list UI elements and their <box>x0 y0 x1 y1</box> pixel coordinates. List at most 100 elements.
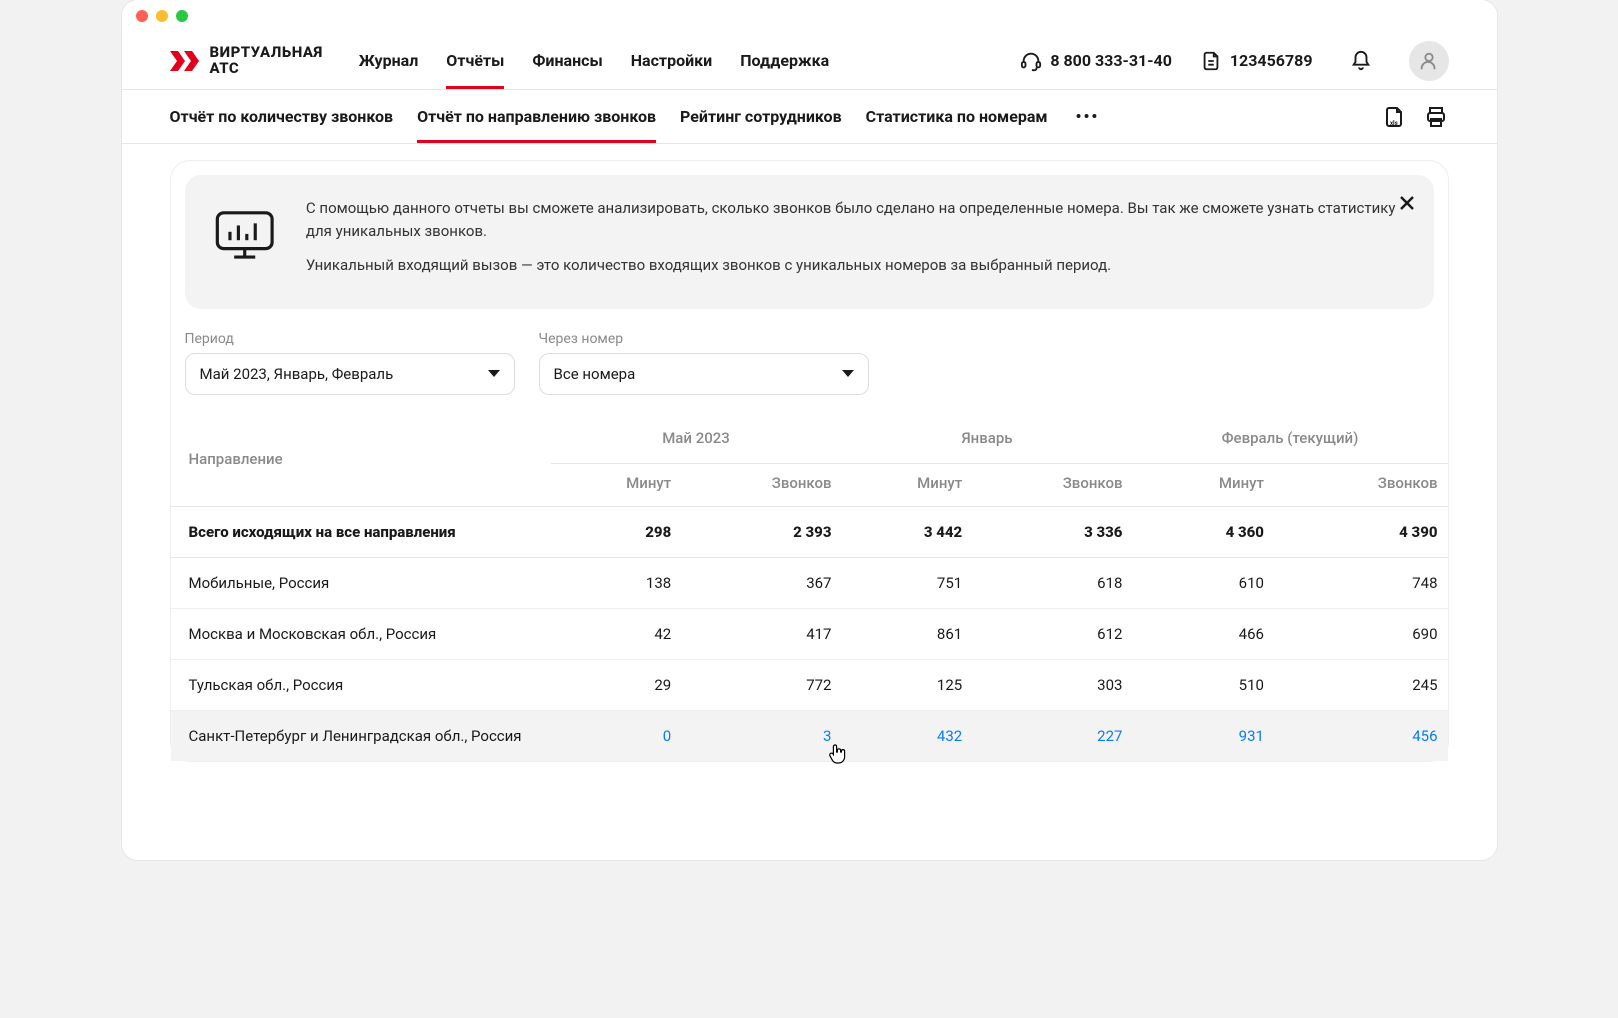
nav-item-3[interactable]: Настройки <box>631 33 713 88</box>
document-icon <box>1200 50 1222 72</box>
col-sub-header: Минут <box>841 463 972 506</box>
col-sub-header: Минут <box>1132 463 1273 506</box>
export-xls-button[interactable]: xls <box>1381 104 1407 130</box>
period-filter: Период Май 2023, Январь, Февраль <box>185 331 515 395</box>
value-cell[interactable]: 861 <box>841 608 972 659</box>
via-number-label: Через номер <box>539 331 869 347</box>
content-area: С помощью данного отчеты вы сможете анал… <box>122 144 1497 860</box>
info-banner-text: С помощью данного отчеты вы сможете анал… <box>306 197 1408 287</box>
direction-cell: Тульская обл., Россия <box>171 659 551 710</box>
value-cell[interactable]: 748 <box>1274 557 1448 608</box>
app-window: ВИРТУАЛЬНАЯ АТС Журнал Отчёты Финансы Настр… <box>122 0 1497 860</box>
window-close-button[interactable] <box>136 10 148 22</box>
print-button[interactable] <box>1423 104 1449 130</box>
value-cell[interactable]: 0 <box>551 710 682 761</box>
table-row[interactable]: Москва и Московская обл., Россия42417861… <box>171 608 1448 659</box>
main-header: ВИРТУАЛЬНАЯ АТС Журнал Отчёты Финансы Настр… <box>122 32 1497 90</box>
report-tab-3[interactable]: Статистика по номерам <box>866 91 1048 142</box>
value-cell[interactable]: 303 <box>972 659 1132 710</box>
direction-cell: Санкт-Петербург и Ленинградская обл., Ро… <box>171 710 551 761</box>
support-phone[interactable]: 8 800 333-31-40 <box>1020 50 1172 72</box>
value-cell[interactable]: 690 <box>1274 608 1448 659</box>
period-label: Период <box>185 331 515 347</box>
table-row[interactable]: Тульская обл., Россия29772125303510245 <box>171 659 1448 710</box>
total-value: 3 442 <box>841 506 972 557</box>
total-label: Всего исходящих на все направления <box>171 506 551 557</box>
value-cell[interactable]: 125 <box>841 659 972 710</box>
value-cell[interactable]: 456 <box>1274 710 1448 761</box>
via-number-select[interactable]: Все номера <box>539 353 869 395</box>
brand-text: ВИРТУАЛЬНАЯ АТС <box>210 45 323 77</box>
account-id-value: 123456789 <box>1230 51 1313 70</box>
nav-item-1[interactable]: Отчёты <box>446 33 504 88</box>
monitor-chart-icon <box>211 197 278 275</box>
value-cell[interactable]: 3 <box>681 710 841 761</box>
window-minimize-button[interactable] <box>156 10 168 22</box>
col-sub-header: Звонков <box>1274 463 1448 506</box>
filters-row: Период Май 2023, Январь, Февраль Через н… <box>171 323 1448 413</box>
report-tab-2[interactable]: Рейтинг сотрудников <box>680 91 842 142</box>
value-cell[interactable]: 417 <box>681 608 841 659</box>
directions-table: Направление Май 2023 Январь Февраль (тек… <box>171 413 1448 761</box>
more-tabs-button[interactable]: ••• <box>1072 107 1104 126</box>
headset-icon <box>1020 50 1042 72</box>
value-cell[interactable]: 42 <box>551 608 682 659</box>
total-value: 4 390 <box>1274 506 1448 557</box>
account-id[interactable]: 123456789 <box>1200 50 1313 72</box>
profile-button[interactable] <box>1409 41 1449 81</box>
value-cell[interactable]: 510 <box>1132 659 1273 710</box>
table-row-total: Всего исходящих на все направления2982 3… <box>171 506 1448 557</box>
nav-item-2[interactable]: Финансы <box>532 33 602 88</box>
via-number-select-value: Все номера <box>554 365 636 383</box>
nav-item-4[interactable]: Поддержка <box>740 33 829 88</box>
value-cell[interactable]: 245 <box>1274 659 1448 710</box>
total-value: 4 360 <box>1132 506 1273 557</box>
value-cell[interactable]: 610 <box>1132 557 1273 608</box>
nav-item-0[interactable]: Журнал <box>359 33 419 88</box>
report-tab-1[interactable]: Отчёт по направлению звонков <box>417 91 656 142</box>
value-cell[interactable]: 618 <box>972 557 1132 608</box>
col-sub-header: Звонков <box>972 463 1132 506</box>
col-period-3: Февраль (текущий) <box>1132 413 1447 464</box>
via-number-filter: Через номер Все номера <box>539 331 869 395</box>
main-nav: Журнал Отчёты Финансы Настройки Поддержка <box>359 33 829 88</box>
value-cell[interactable]: 432 <box>841 710 972 761</box>
period-select[interactable]: Май 2023, Январь, Февраль <box>185 353 515 395</box>
logo-icon <box>170 47 200 75</box>
printer-icon <box>1424 105 1448 129</box>
value-cell[interactable]: 772 <box>681 659 841 710</box>
table-row[interactable]: Санкт-Петербург и Ленинградская обл., Ро… <box>171 710 1448 761</box>
total-value: 3 336 <box>972 506 1132 557</box>
value-cell[interactable]: 367 <box>681 557 841 608</box>
value-cell[interactable]: 931 <box>1132 710 1273 761</box>
support-phone-number: 8 800 333-31-40 <box>1050 51 1172 70</box>
value-cell[interactable]: 751 <box>841 557 972 608</box>
close-icon <box>1398 194 1416 212</box>
chevron-down-icon <box>842 370 854 377</box>
col-period-2: Январь <box>841 413 1132 464</box>
svg-text:xls: xls <box>1390 120 1398 127</box>
brand-logo[interactable]: ВИРТУАЛЬНАЯ АТС <box>170 45 323 77</box>
chevron-down-icon <box>488 370 500 377</box>
table-row[interactable]: Мобильные, Россия138367751618610748 <box>171 557 1448 608</box>
value-cell[interactable]: 227 <box>972 710 1132 761</box>
report-tabs: Отчёт по количеству звонков Отчёт по напр… <box>122 90 1497 144</box>
value-cell[interactable]: 466 <box>1132 608 1273 659</box>
col-period-1: Май 2023 <box>551 413 842 464</box>
report-panel: С помощью данного отчеты вы сможете анал… <box>170 160 1449 762</box>
value-cell[interactable]: 138 <box>551 557 682 608</box>
value-cell[interactable]: 612 <box>972 608 1132 659</box>
close-banner-button[interactable] <box>1398 193 1416 217</box>
notifications-button[interactable] <box>1341 41 1381 81</box>
period-select-value: Май 2023, Январь, Февраль <box>200 365 394 383</box>
window-maximize-button[interactable] <box>176 10 188 22</box>
bell-icon <box>1350 50 1372 72</box>
report-tab-0[interactable]: Отчёт по количеству звонков <box>170 91 394 142</box>
file-xls-icon: xls <box>1382 105 1406 129</box>
info-banner: С помощью данного отчеты вы сможете анал… <box>185 175 1434 309</box>
col-direction: Направление <box>171 413 551 507</box>
value-cell[interactable]: 29 <box>551 659 682 710</box>
direction-cell: Москва и Московская обл., Россия <box>171 608 551 659</box>
user-icon <box>1418 50 1440 72</box>
total-value: 298 <box>551 506 682 557</box>
